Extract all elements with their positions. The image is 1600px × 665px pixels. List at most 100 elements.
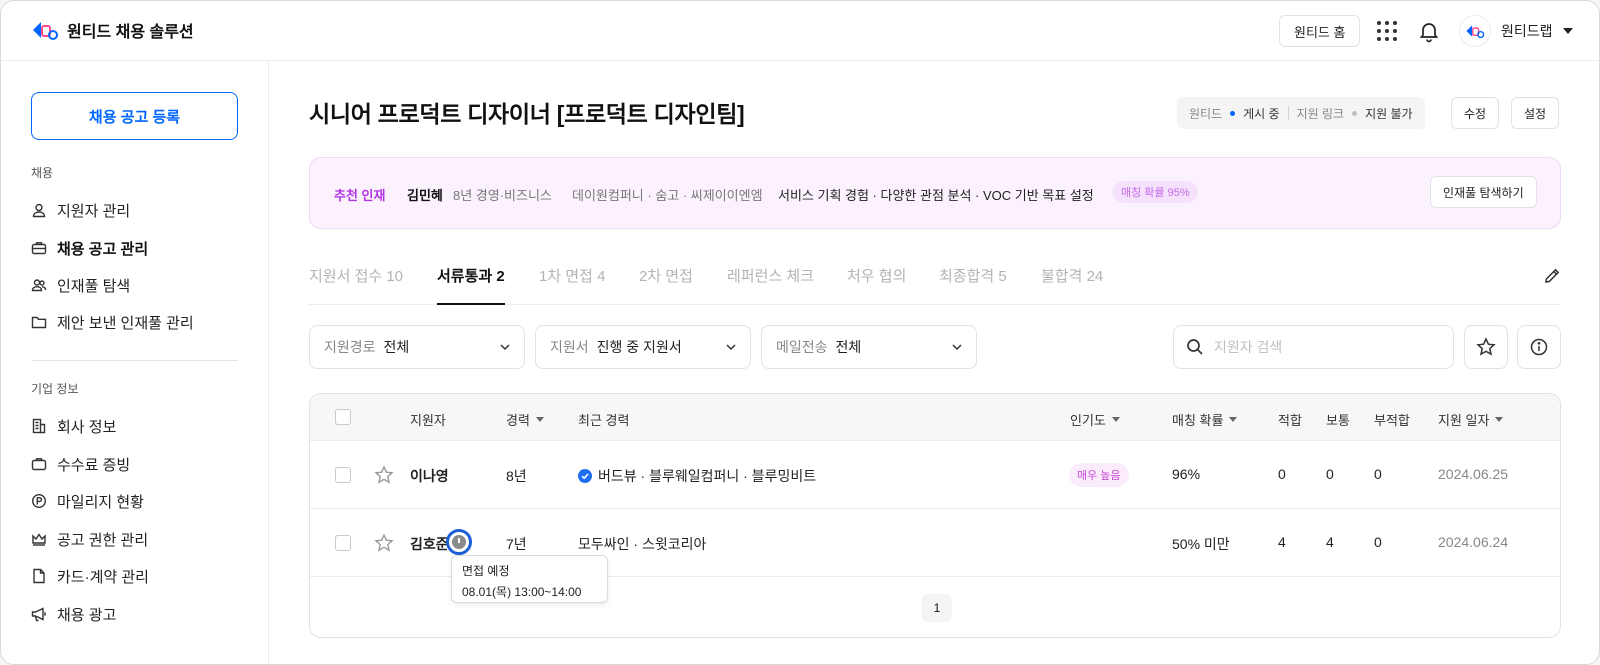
applicant-name[interactable]: 이나영 xyxy=(410,466,449,486)
applicant-name[interactable]: 김호준 xyxy=(410,534,449,554)
settings-button[interactable]: 설정 xyxy=(1511,97,1560,129)
chevron-down-icon xyxy=(726,344,736,351)
sidebar-item-post-permissions[interactable]: 공고 권한 관리 xyxy=(31,527,148,551)
search-input[interactable] xyxy=(1214,339,1434,355)
fit-count: 0 xyxy=(1278,466,1286,482)
career-years: 8년 xyxy=(506,468,527,484)
sort-icon xyxy=(535,417,544,422)
career-years: 7년 xyxy=(506,536,527,552)
document-icon xyxy=(33,568,45,584)
tab-received[interactable]: 지원서 접수 10 xyxy=(309,263,403,305)
header-label: 부적합 xyxy=(1374,413,1410,428)
edit-button[interactable]: 수정 xyxy=(1451,97,1500,129)
post-status: 원티드 게시 중 지원 링크 지원 불가 xyxy=(1177,97,1425,129)
sort-icon xyxy=(1111,417,1120,422)
star-icon[interactable] xyxy=(374,533,394,553)
select-all-checkbox[interactable] xyxy=(335,409,351,425)
header-recent-career: 최근 경력 xyxy=(578,410,629,429)
tab-second-interview[interactable]: 2차 면접 xyxy=(639,263,693,305)
sidebar-item-fee-receipt[interactable]: 수수료 증빙 xyxy=(31,452,130,476)
recommend-skills: 서비스 기획 경험 · 다양한 관점 분석 · VOC 기반 목표 설정 xyxy=(778,188,1094,203)
app-window: 원티드 채용 솔루션 원티드 홈 원티드랩 채용 공고 등록 채용 지원자 관리… xyxy=(0,0,1600,665)
interview-scheduled-clock-icon[interactable] xyxy=(446,529,472,555)
match-rate: 96% xyxy=(1172,466,1201,482)
receipt-icon xyxy=(31,458,47,471)
recent-career: 버드뷰 · 블루웨일컴퍼니 · 블루밍비트 xyxy=(578,466,816,486)
header-label: 매칭 확률 xyxy=(1172,413,1224,428)
recommend-companies: 데이원컴퍼니 · 숨고 · 씨제이이엔엠 xyxy=(572,188,763,203)
wanted-home-button[interactable]: 원티드 홈 xyxy=(1279,15,1361,47)
megaphone-icon xyxy=(31,607,46,622)
recommended-talent-banner: 추천 인재 김민혜 8년 경영·비즈니스 데이원컴퍼니 · 숨고 · 씨제이이엔… xyxy=(309,157,1561,229)
company-profile-menu[interactable]: 원티드랩 xyxy=(1459,15,1573,47)
section-label-hiring: 채용 xyxy=(31,166,54,180)
header-normal: 보통 xyxy=(1326,410,1350,429)
sidebar-item-label: 채용 광고 xyxy=(57,606,117,624)
building-icon xyxy=(32,418,46,434)
header-popularity[interactable]: 인기도 xyxy=(1070,410,1120,429)
status-active-dot xyxy=(1230,110,1236,116)
verified-icon xyxy=(578,469,592,483)
tab-negotiation[interactable]: 처우 협의 xyxy=(847,263,906,305)
sidebar-item-proposed-talent[interactable]: 제안 보낸 인재풀 관리 xyxy=(31,310,194,334)
sidebar-item-applicants[interactable]: 지원자 관리 xyxy=(31,198,130,222)
caret-down-icon xyxy=(1562,28,1573,34)
info-icon xyxy=(1530,338,1548,356)
brand-title: 원티드 채용 솔루션 xyxy=(67,24,194,41)
header-date[interactable]: 지원 일자 xyxy=(1438,410,1504,429)
sidebar-item-card-contract[interactable]: 카드·계약 관리 xyxy=(31,564,149,588)
post-job-button[interactable]: 채용 공고 등록 xyxy=(31,92,238,140)
chevron-down-icon xyxy=(952,344,962,351)
filter-application[interactable]: 지원서 진행 중 지원서 xyxy=(535,325,751,369)
tab-document-passed[interactable]: 서류통과 2 xyxy=(437,263,505,305)
company-avatar xyxy=(1459,15,1491,47)
filter-value: 진행 중 지원서 xyxy=(596,339,682,355)
row-checkbox[interactable] xyxy=(335,535,351,551)
briefcase-icon xyxy=(31,242,47,255)
filter-label: 지원서 xyxy=(550,339,589,355)
star-icon[interactable] xyxy=(374,465,394,485)
status-separator xyxy=(1287,106,1289,120)
apply-date: 2024.06.24 xyxy=(1438,534,1509,550)
header-label: 보통 xyxy=(1326,413,1350,428)
filter-mail[interactable]: 메일전송 전체 xyxy=(761,325,977,369)
tooltip-title: 면접 예정 xyxy=(462,564,510,578)
status-wanted-label: 원티드 xyxy=(1189,106,1223,121)
tab-first-interview[interactable]: 1차 면접 4 xyxy=(539,263,605,305)
status-wanted-value: 게시 중 xyxy=(1243,106,1280,121)
pencil-icon[interactable] xyxy=(1543,267,1561,285)
recommend-name: 김민혜 xyxy=(407,188,443,203)
tab-final-pass[interactable]: 최종합격 5 xyxy=(939,263,1007,305)
row-checkbox[interactable] xyxy=(335,467,351,483)
person-icon xyxy=(32,203,46,218)
filter-source[interactable]: 지원경로 전체 xyxy=(309,325,525,369)
coin-icon xyxy=(31,493,47,509)
normal-count: 4 xyxy=(1326,534,1334,550)
sidebar-item-talent-pool[interactable]: 인재풀 탐색 xyxy=(31,273,130,297)
header-career[interactable]: 경력 xyxy=(506,410,544,429)
header-applicant: 지원자 xyxy=(410,410,446,429)
header-label: 최근 경력 xyxy=(578,413,630,428)
sidebar-item-company-info[interactable]: 회사 정보 xyxy=(31,414,116,438)
bell-icon[interactable] xyxy=(1417,19,1441,43)
tab-reference-check[interactable]: 레퍼런스 체크 xyxy=(727,263,814,305)
sidebar-item-job-ads[interactable]: 채용 광고 xyxy=(31,602,116,626)
header-unfit: 부적합 xyxy=(1374,410,1410,429)
table-row[interactable]: 이나영 8년 버드뷰 · 블루웨일컴퍼니 · 블루밍비트 매우 높음 96% 0… xyxy=(310,441,1560,509)
sidebar: 채용 공고 등록 채용 지원자 관리 채용 공고 관리 인재풀 탐색 제안 보낸… xyxy=(1,61,269,664)
wanted-logo-icon xyxy=(33,22,58,40)
sidebar-item-mileage[interactable]: 마일리지 현황 xyxy=(31,489,144,513)
applicant-search[interactable] xyxy=(1173,325,1454,369)
explore-talent-button[interactable]: 인재풀 탐색하기 xyxy=(1430,176,1537,208)
header-match[interactable]: 매칭 확률 xyxy=(1172,410,1238,429)
sidebar-divider xyxy=(31,360,238,361)
tab-rejected[interactable]: 불합격 24 xyxy=(1041,263,1103,305)
crown-icon xyxy=(32,533,46,546)
page-number-button[interactable]: 1 xyxy=(922,594,952,622)
apps-grid-icon[interactable] xyxy=(1377,21,1397,41)
brand[interactable]: 원티드 채용 솔루션 xyxy=(31,18,194,42)
company-name: 원티드랩 xyxy=(1501,23,1553,39)
sidebar-item-job-posts[interactable]: 채용 공고 관리 xyxy=(31,236,148,260)
info-button[interactable] xyxy=(1517,325,1561,369)
favorite-filter-button[interactable] xyxy=(1464,325,1508,369)
